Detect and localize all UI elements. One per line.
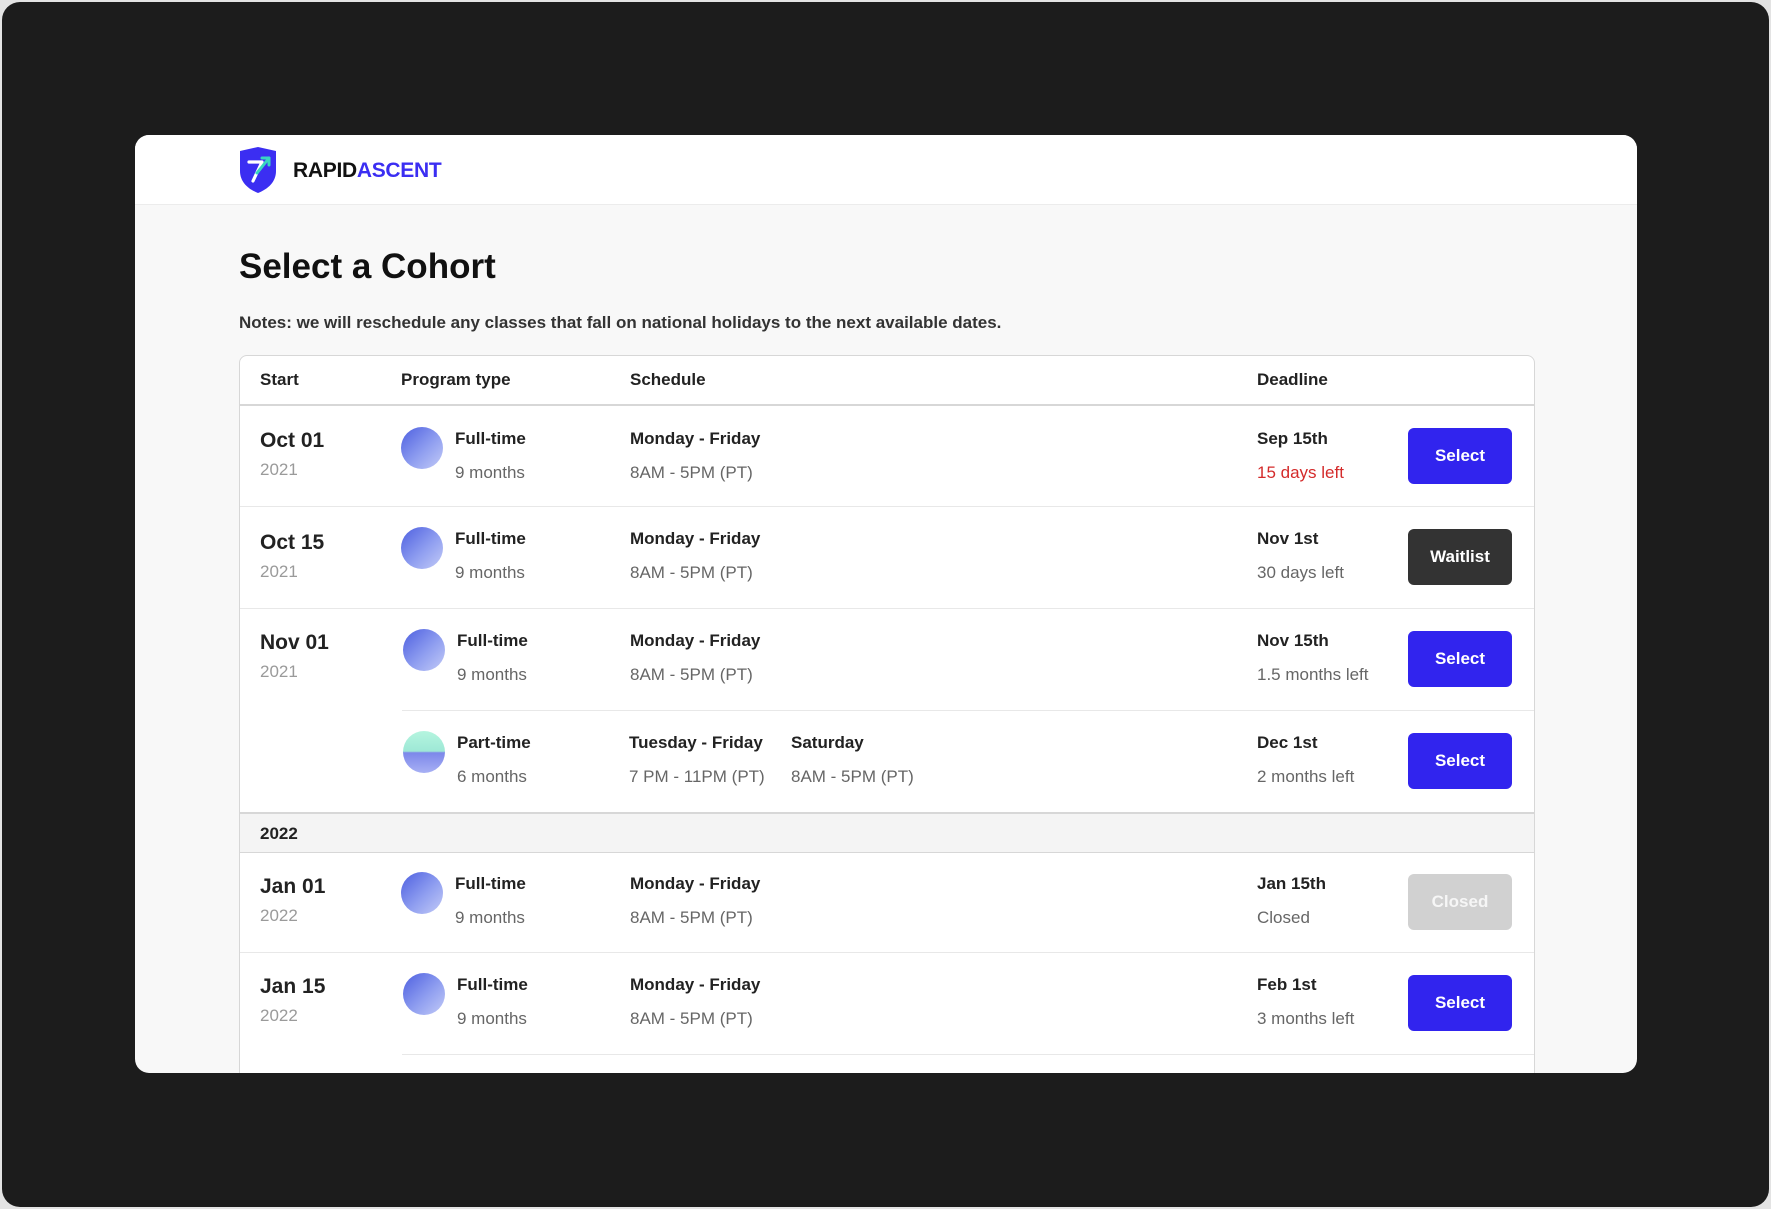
schedule-days: Tuesday - Friday	[629, 733, 763, 752]
holiday-notes: Notes: we will reschedule any classes th…	[239, 313, 1002, 332]
sub-row-divider	[402, 710, 1534, 711]
select-button[interactable]: Select	[1408, 428, 1512, 484]
schedule-hours: 8AM - 5PM (PT)	[630, 665, 753, 684]
schedule-days-secondary: Saturday	[791, 733, 864, 752]
table-header: Start Program type Schedule Deadline	[240, 356, 1534, 406]
schedule-days: Monday - Friday	[630, 874, 761, 893]
part-time-icon	[403, 731, 445, 773]
top-header: RAPIDASCENT	[135, 135, 1637, 205]
app-window: RAPIDASCENT Select a Cohort Notes: we wi…	[135, 135, 1637, 1073]
page-title: Select a Cohort	[239, 247, 496, 286]
program-type: Full-time	[455, 529, 526, 548]
time-remaining: Closed	[1257, 908, 1310, 927]
column-header-schedule: Schedule	[630, 370, 706, 389]
time-remaining: 30 days left	[1257, 563, 1344, 582]
schedule-hours: 8AM - 5PM (PT)	[630, 463, 753, 482]
select-button[interactable]: Select	[1408, 631, 1512, 687]
program-type: Part-time	[457, 733, 531, 752]
deadline-date: Sep 15th	[1257, 429, 1328, 448]
start-year: 2021	[260, 662, 298, 681]
column-header-deadline: Deadline	[1257, 370, 1328, 389]
brand-name-part1: RAPID	[293, 159, 357, 182]
table-row: Nov 01 2021 Full-time 9 months Monday - …	[240, 609, 1534, 812]
table-row: Jan 15 2022 Full-time 9 months Monday - …	[240, 953, 1534, 1054]
full-time-icon	[401, 427, 443, 469]
start-year: 2022	[260, 906, 298, 925]
schedule-hours: 7 PM - 11PM (PT)	[629, 767, 765, 786]
start-date: Jan 01	[260, 875, 326, 898]
start-date: Oct 01	[260, 429, 325, 452]
closed-button: Closed	[1408, 874, 1512, 930]
deadline-date: Nov 1st	[1257, 529, 1319, 548]
start-year: 2021	[260, 562, 298, 581]
time-remaining: 1.5 months left	[1257, 665, 1369, 684]
full-time-icon	[401, 872, 443, 914]
waitlist-button[interactable]: Waitlist	[1408, 529, 1512, 585]
brand-name: RAPIDASCENT	[293, 159, 442, 183]
full-time-icon	[403, 629, 445, 671]
column-header-start: Start	[260, 370, 299, 389]
start-date: Oct 15	[260, 531, 325, 554]
table-row: Oct 01 2021 Full-time 9 months Monday - …	[240, 405, 1534, 506]
start-year: 2022	[260, 1006, 298, 1025]
schedule-days: Monday - Friday	[630, 975, 761, 994]
full-time-icon	[403, 973, 445, 1015]
outer-frame: RAPIDASCENT Select a Cohort Notes: we wi…	[2, 2, 1769, 1207]
time-remaining: 2 months left	[1257, 767, 1355, 786]
program-duration: 9 months	[455, 908, 525, 927]
deadline-date: Nov 15th	[1257, 631, 1329, 650]
deadline-date: Jan 15th	[1257, 874, 1326, 893]
schedule-hours-secondary: 8AM - 5PM (PT)	[791, 767, 914, 786]
brand-name-part2: ASCENT	[356, 159, 442, 182]
start-date: Jan 15	[260, 975, 326, 998]
start-date: Nov 01	[260, 631, 329, 654]
table-row: Oct 15 2021 Full-time 9 months Monday - …	[240, 507, 1534, 608]
full-time-icon	[401, 527, 443, 569]
select-button[interactable]: Select	[1408, 975, 1512, 1031]
schedule-hours: 8AM - 5PM (PT)	[630, 563, 753, 582]
program-type: Full-time	[457, 975, 528, 994]
program-type: Full-time	[457, 631, 528, 650]
year-group-label: 2022	[260, 824, 298, 843]
schedule-hours: 8AM - 5PM (PT)	[630, 908, 753, 927]
deadline-date: Dec 1st	[1257, 733, 1318, 752]
select-button[interactable]: Select	[1408, 733, 1512, 789]
program-duration: 6 months	[457, 767, 527, 786]
deadline-date: Feb 1st	[1257, 975, 1317, 994]
schedule-days: Monday - Friday	[630, 631, 761, 650]
table-row: Jan 01 2022 Full-time 9 months Monday - …	[240, 851, 1534, 952]
program-type: Full-time	[455, 429, 526, 448]
program-type: Full-time	[455, 874, 526, 893]
column-header-program-type: Program type	[401, 370, 511, 389]
cohort-table: Start Program type Schedule Deadline Oct…	[239, 355, 1535, 1073]
sub-row-divider	[402, 1054, 1534, 1055]
program-duration: 9 months	[455, 463, 525, 482]
program-duration: 9 months	[457, 665, 527, 684]
program-duration: 9 months	[457, 1009, 527, 1028]
time-remaining: 15 days left	[1257, 463, 1344, 482]
start-year: 2021	[260, 460, 298, 479]
schedule-days: Monday - Friday	[630, 529, 761, 548]
shield-logo-icon	[240, 147, 276, 193]
year-group-header: 2022	[240, 812, 1534, 853]
time-remaining: 3 months left	[1257, 1009, 1355, 1028]
schedule-hours: 8AM - 5PM (PT)	[630, 1009, 753, 1028]
schedule-days: Monday - Friday	[630, 429, 761, 448]
program-duration: 9 months	[455, 563, 525, 582]
